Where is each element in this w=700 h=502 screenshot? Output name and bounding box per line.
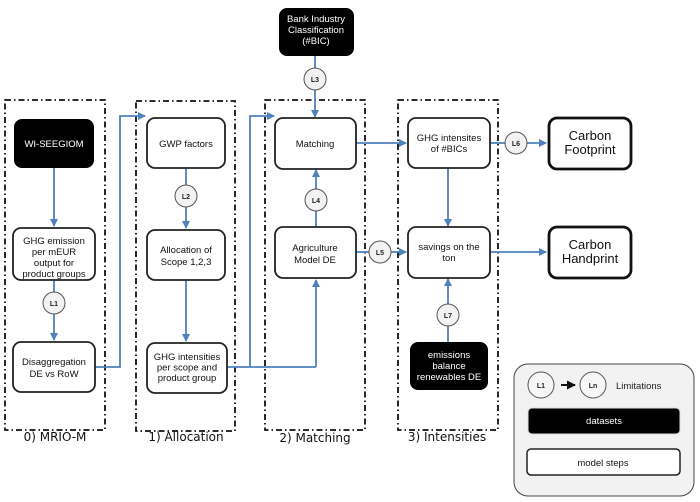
limitation-l1-label: L1	[50, 301, 58, 308]
node-matching-label: Matching	[296, 139, 335, 150]
legend-start-label: L1	[537, 383, 545, 390]
limitation-l7-label: L7	[444, 313, 452, 320]
svg-text:GHG intensitiesper scope andpr: GHG intensities per scope and product grou…	[154, 352, 221, 384]
node-ghg-emission-line4: product groups	[22, 269, 86, 280]
node-agriculture-line2: Model DE	[294, 255, 336, 266]
limitation-l4-label: L4	[312, 198, 320, 205]
node-allocation-line1: Allocation of	[160, 245, 212, 256]
node-ghg-emission-line3: output for	[34, 258, 74, 269]
node-ghg-int-line3: product group	[158, 373, 217, 384]
node-footprint-line2: Footprint	[564, 142, 616, 157]
node-bic-line2: Classification	[288, 25, 344, 36]
node-bics-line2: of #BICs	[431, 144, 468, 155]
legend-end-label: Ln	[589, 383, 598, 390]
node-ghg-int-line2: per scope and	[157, 363, 217, 374]
node-emissions-balance[interactable]: emissions balance renewables DE	[410, 342, 488, 390]
node-ghg-int-line1: GHG intensities	[154, 352, 221, 363]
limitation-l3-label: L3	[311, 77, 319, 84]
svg-text:CarbonHandprint: Carbon Handprint	[562, 237, 619, 266]
svg-text:CarbonFootprint: Carbon Footprint	[564, 128, 616, 157]
node-bics-line1: GHG intensites	[417, 133, 482, 144]
limitation-l5-label: L5	[376, 250, 384, 257]
node-allocation-line2: Scope 1,2,3	[161, 257, 212, 268]
legend-datasets-label: datasets	[586, 416, 622, 427]
limitation-l2-label: L2	[182, 194, 190, 201]
node-wi-seegiom-label: WI-SEEGIOM	[24, 139, 83, 150]
edge-disaggregation-gwp	[95, 112, 146, 368]
stage-label-intensities: 3) Intensities	[408, 430, 486, 444]
node-disaggregation-line1: Disaggregation	[22, 357, 86, 368]
node-bic[interactable]: Bank Industry Classification (#BIC)	[279, 8, 354, 56]
node-gwp-label: GWP factors	[159, 139, 213, 150]
node-emissions-line2: balance	[432, 361, 465, 372]
limitation-l6-label: L6	[512, 141, 520, 148]
node-savings-line1: savings on the	[418, 242, 479, 253]
edge-ghgint-matching	[249, 112, 275, 367]
node-footprint-line1: Carbon	[569, 128, 612, 143]
node-ghg-emission-line2: per mEUR	[32, 247, 76, 258]
legend-limitations-label: Limitations	[616, 381, 662, 392]
node-agriculture-line1: Agriculture	[292, 243, 337, 254]
legend-model-steps-label: model steps	[577, 458, 628, 469]
svg-text:DisaggregationDE vs RoW: Disaggregation DE vs RoW	[22, 357, 86, 380]
node-emissions-line1: emissions	[428, 350, 470, 361]
node-emissions-line3: renewables DE	[417, 372, 481, 383]
stage-label-matching: 2) Matching	[279, 431, 350, 445]
stage-label-allocation: 1) Allocation	[148, 430, 223, 444]
node-bic-line3: (#BIC)	[302, 36, 329, 47]
node-handprint-line1: Carbon	[569, 237, 612, 252]
node-ghg-emission-line1: GHG emission	[23, 236, 85, 247]
node-wi-seegiom[interactable]: WI-SEEGIOM	[14, 119, 94, 168]
svg-text:Allocation ofScope 1,2,3: Allocation of Scope 1,2,3	[160, 245, 212, 268]
node-handprint-line2: Handprint	[562, 251, 619, 266]
stage-label-mrio: 0) MRIO-M	[24, 430, 87, 444]
legend: L1 Ln Limitations datasets model steps	[513, 363, 695, 497]
node-savings-line2: ton	[442, 253, 455, 264]
node-bic-line1: Bank Industry	[287, 14, 345, 25]
flow-diagram: Bank Industry Classification (#BIC) WI-SEE…	[4, 8, 695, 497]
svg-text:AgricultureModel DE: Agriculture Model DE	[292, 243, 337, 266]
node-disaggregation-line2: DE vs RoW	[29, 369, 78, 380]
